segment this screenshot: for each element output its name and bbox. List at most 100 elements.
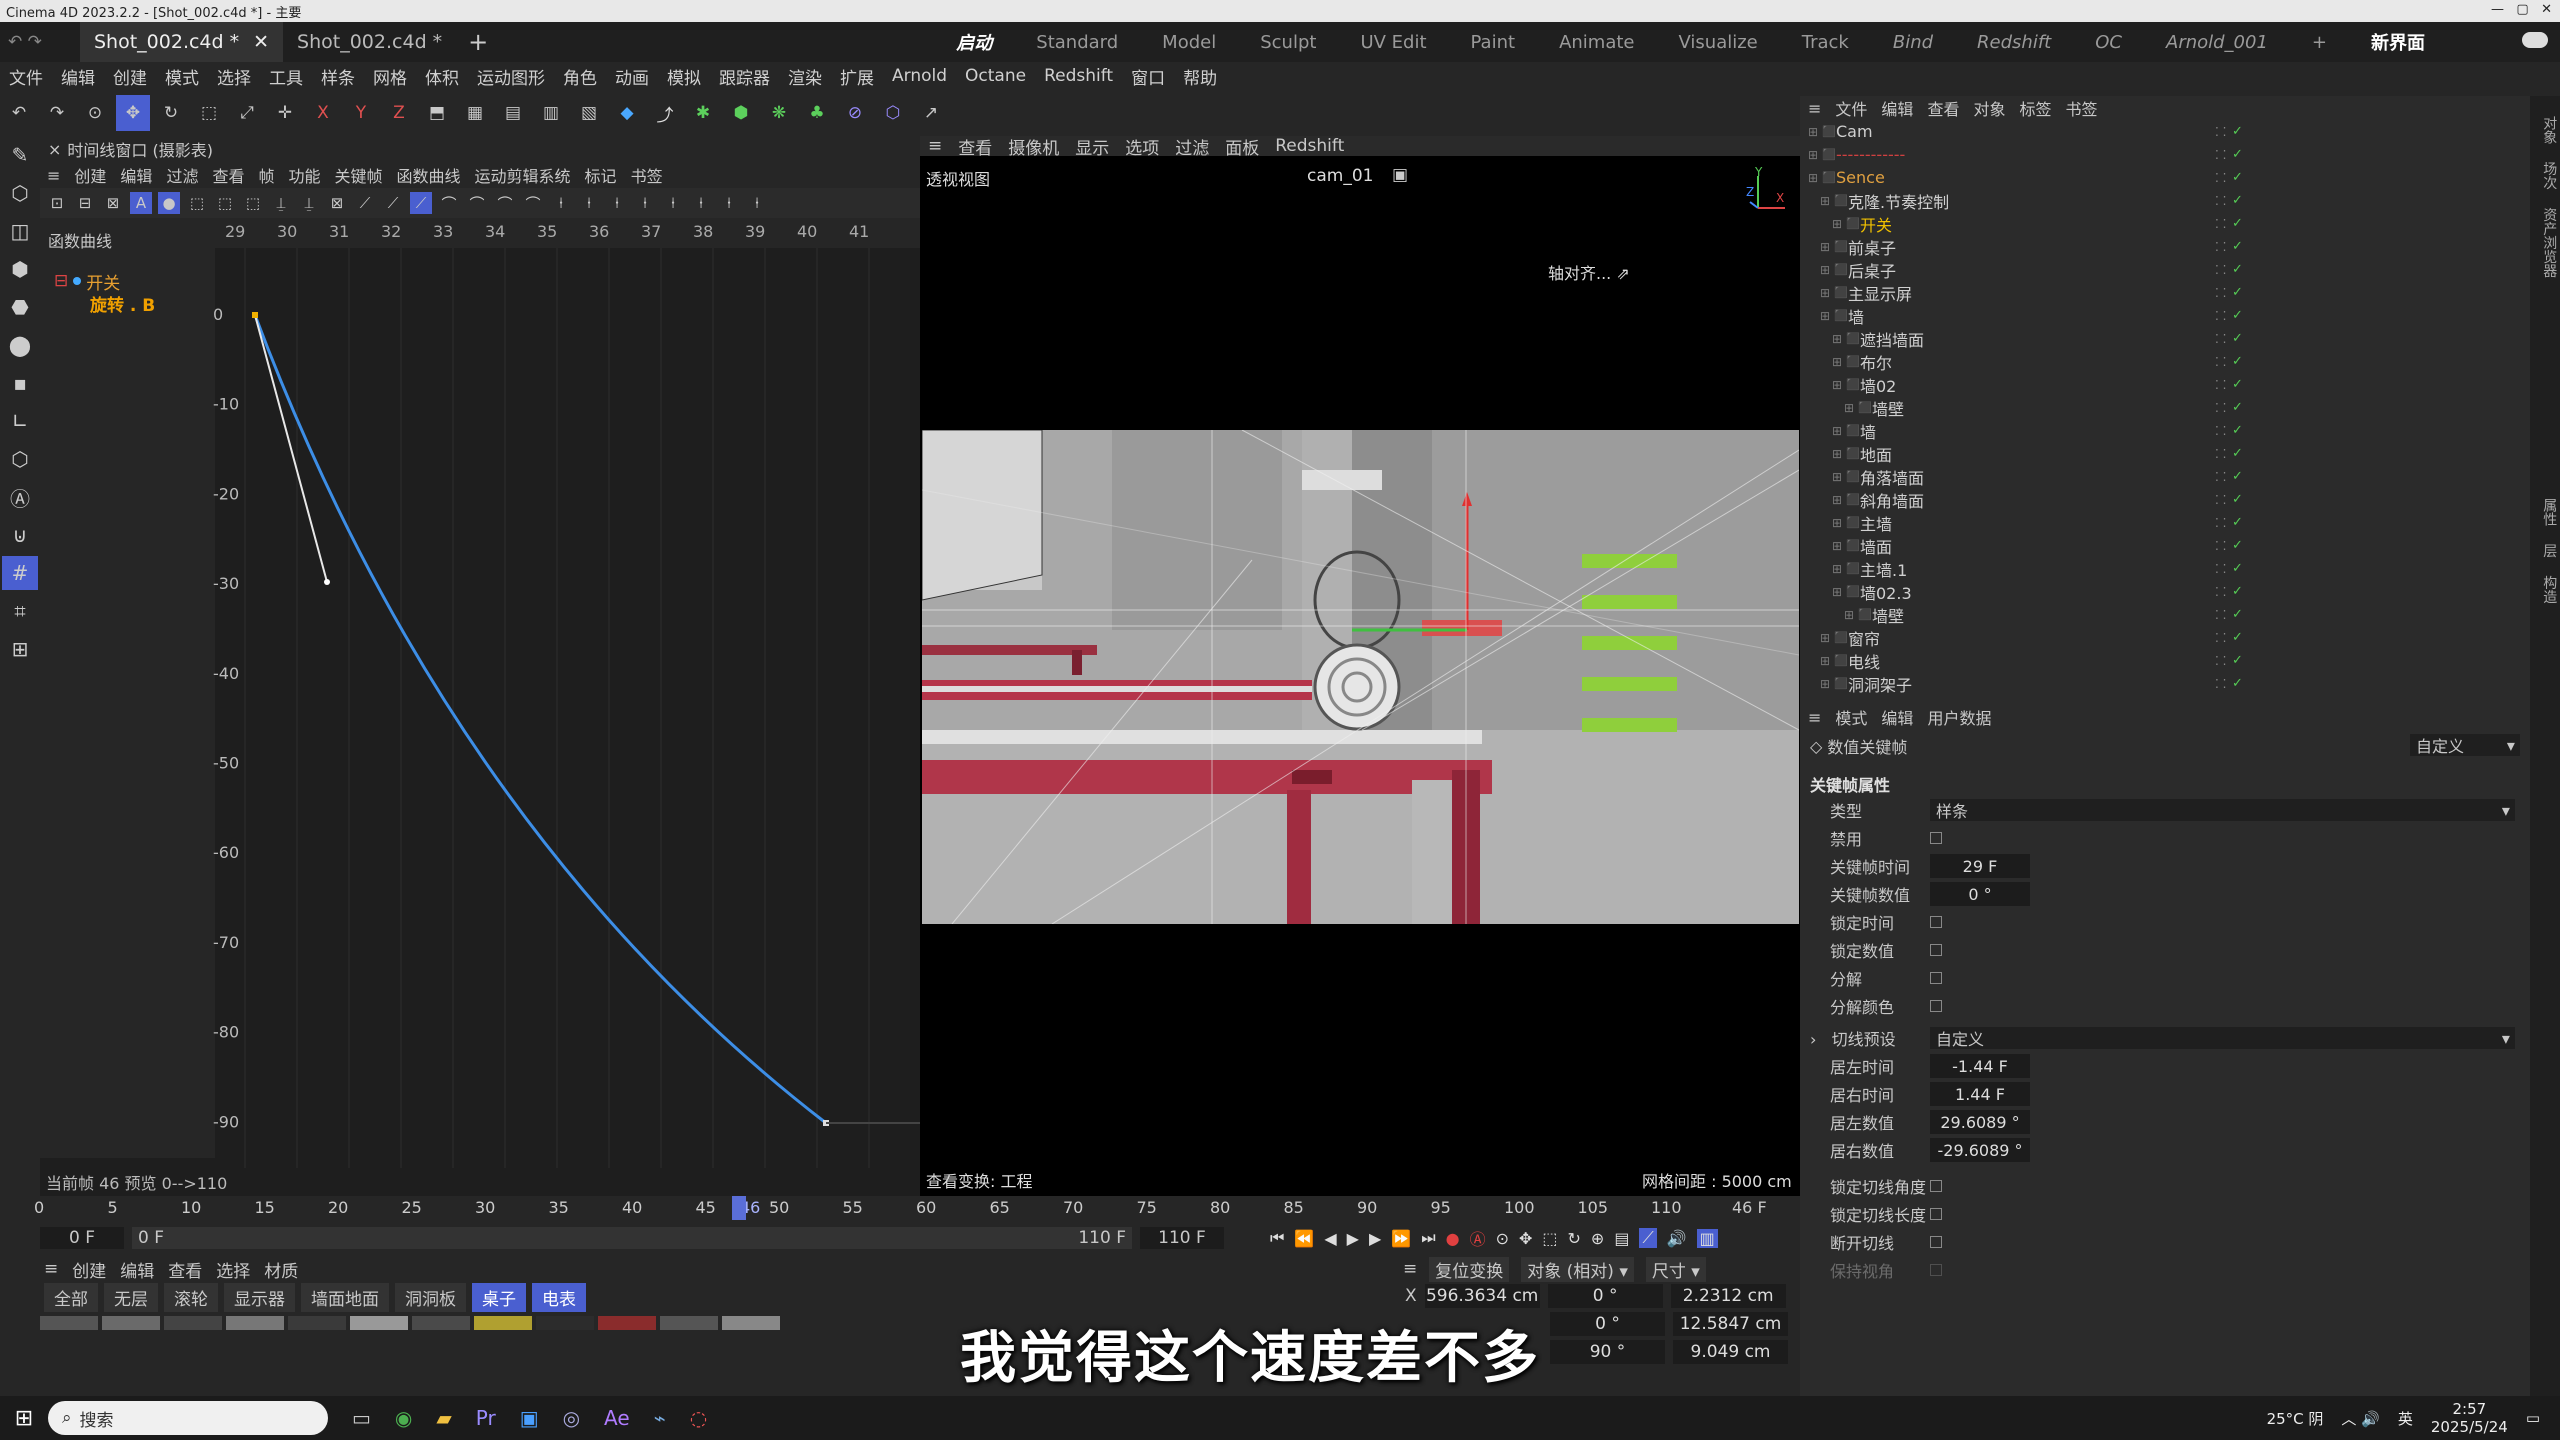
object-row[interactable]: ⊞ ⬛ Sence ⁚ ⁚ ✓ <box>1800 166 2530 189</box>
layout-tab[interactable]: Bind <box>1871 22 1955 62</box>
expand-icon[interactable]: ⊞ <box>1844 401 1858 415</box>
timeline-tool-icon[interactable]: ⬚ <box>242 192 264 214</box>
layout-tab[interactable]: 启动 <box>934 22 1014 62</box>
hamburger-icon[interactable]: ≡ <box>1808 708 1821 727</box>
task-view-icon[interactable]: ▭ <box>352 1406 371 1430</box>
taskbar-search[interactable]: ⌕ 搜索 <box>48 1401 328 1435</box>
break-tangent-checkbox[interactable] <box>1930 1236 1942 1248</box>
timeline-tool-icon[interactable]: A <box>130 192 152 214</box>
field-icon[interactable]: ⬡ <box>876 95 910 131</box>
expand-icon[interactable]: ⊞ <box>1832 355 1846 369</box>
menu-item[interactable]: 扩展 <box>831 64 883 89</box>
material-swatch[interactable] <box>536 1316 594 1330</box>
cube-icon[interactable]: ◆ <box>610 95 644 131</box>
visibility-dots[interactable]: ⁚ ⁚ <box>2215 286 2226 300</box>
expand-icon[interactable]: ⊞ <box>1832 562 1846 576</box>
tool-icon[interactable]: ⬤ <box>2 328 38 362</box>
scale-key-icon[interactable]: ⬚ <box>1542 1229 1557 1248</box>
visibility-dots[interactable]: ⁚ ⁚ <box>2215 217 2226 231</box>
object-menu-item[interactable]: 标签 <box>2019 96 2051 120</box>
layout-tab[interactable]: Track <box>1780 22 1871 62</box>
expand-icon[interactable]: ⊞ <box>1832 493 1846 507</box>
attribute-menu-item[interactable]: 模式 <box>1835 705 1867 729</box>
close-icon[interactable]: ✕ <box>253 31 269 53</box>
reset-transform-button[interactable]: 复位变换 <box>1429 1256 1510 1282</box>
range-slider[interactable]: 0 F 110 F <box>132 1227 1132 1249</box>
redo-icon[interactable]: ↷ <box>40 95 74 131</box>
timeline-tool-icon[interactable]: ⍿ <box>550 192 572 214</box>
visibility-dots[interactable]: ⁚ ⁚ <box>2215 539 2226 553</box>
toggle-switch[interactable] <box>2522 32 2548 48</box>
hamburger-icon[interactable]: ≡ <box>1808 99 1821 118</box>
visibility-dots[interactable]: ⁚ ⁚ <box>2215 470 2226 484</box>
check-icon[interactable]: ✓ <box>2232 377 2243 392</box>
viewport-menu-item[interactable]: 显示 <box>1067 134 1117 159</box>
start-frame-field[interactable]: 0 F <box>40 1227 124 1249</box>
expand-icon[interactable]: ⊞ <box>1808 148 1822 162</box>
menu-item[interactable]: Octane <box>956 66 1035 86</box>
expand-icon[interactable]: ⊞ <box>1820 677 1834 691</box>
record-icon[interactable]: ● <box>1446 1229 1460 1248</box>
key-time-field[interactable]: 29 F <box>1930 854 2030 878</box>
check-icon[interactable]: ✓ <box>2232 193 2243 208</box>
viewport-menu-item[interactable]: 选项 <box>1117 134 1167 159</box>
timeline-menu-item[interactable]: 过滤 <box>159 163 205 187</box>
window-controls[interactable]: — ▢ ✕ <box>2491 2 2552 17</box>
object-row[interactable]: ⊞ ⬛ 墙壁 ⁚ ⁚ ✓ <box>1800 603 2530 626</box>
object-row[interactable]: ⊞ ⬛ 窗帘 ⁚ ⁚ ✓ <box>1800 626 2530 649</box>
cinema4d-icon[interactable]: ◎ <box>563 1406 580 1430</box>
render-queue-icon[interactable]: ▧ <box>572 95 606 131</box>
object-row[interactable]: ⊞ ⬛ 遮挡墙面 ⁚ ⁚ ✓ <box>1800 327 2530 350</box>
material-swatch[interactable] <box>164 1316 222 1330</box>
tool-icon[interactable]: ⬡ <box>2 176 38 210</box>
motion-icon[interactable]: ✥ <box>1519 1229 1532 1248</box>
expand-icon[interactable]: ⊞ <box>1820 309 1834 323</box>
lock-tangent-length-checkbox[interactable] <box>1930 1208 1942 1220</box>
hamburger-icon[interactable]: ≡ <box>1403 1259 1417 1279</box>
end-frame-field[interactable]: 110 F <box>1140 1227 1224 1249</box>
expand-icon[interactable]: ⊟ <box>54 271 68 291</box>
frame-ruler[interactable]: 0 5 10 15 20 25 30 35 40 45 50 55 60 65 70 75 80 85 90 95 10… <box>34 1196 1770 1222</box>
side-tab-labels[interactable]: 对象 场次 资产浏览器 <box>2530 96 2560 298</box>
visibility-dots[interactable]: ⁚ ⁚ <box>2215 355 2226 369</box>
pen-icon[interactable]: ⤴ <box>648 95 682 131</box>
undo-icon[interactable]: ↶ <box>2 95 36 131</box>
object-row[interactable]: ⊞ ⬛ 前桌子 ⁚ ⁚ ✓ <box>1800 235 2530 258</box>
menu-item[interactable]: 帮助 <box>1174 64 1226 89</box>
layout-tab[interactable]: Standard <box>1014 22 1140 62</box>
layout-tab[interactable]: Sculpt <box>1238 22 1338 62</box>
y-axis-icon[interactable]: Y <box>344 95 378 131</box>
visibility-dots[interactable]: ⁚ ⁚ <box>2215 424 2226 438</box>
material-filter-button[interactable]: 桌子 <box>472 1282 526 1312</box>
check-icon[interactable]: ✓ <box>2232 147 2243 162</box>
z-rotation-field[interactable]: 90 ° <box>1550 1340 1665 1364</box>
check-icon[interactable]: ✓ <box>2232 308 2243 323</box>
scene-render[interactable] <box>922 430 1799 924</box>
object-row[interactable]: ⊞ ⬛ Cam ⁚ ⁚ ✓ <box>1800 120 2530 143</box>
material-swatch[interactable] <box>474 1316 532 1330</box>
object-row[interactable]: ⊞ ⬛ 主墙 ⁚ ⁚ ✓ <box>1800 511 2530 534</box>
visibility-dots[interactable]: ⁚ ⁚ <box>2215 309 2226 323</box>
check-icon[interactable]: ✓ <box>2232 262 2243 277</box>
expand-icon[interactable]: ⊞ <box>1832 217 1846 231</box>
material-filter-button[interactable]: 无层 <box>104 1282 158 1312</box>
windows-start-icon[interactable]: ⊞ <box>0 1406 48 1431</box>
menu-item[interactable]: 跟踪器 <box>710 64 779 89</box>
object-row[interactable]: ⊞ ⬛ ------------ ⁚ ⁚ ✓ <box>1800 143 2530 166</box>
timeline-tool-icon[interactable]: ⊡ <box>46 192 68 214</box>
timeline-tool-icon[interactable]: ⍿ <box>718 192 740 214</box>
axis-align-button[interactable]: 轴对齐... ⇗ <box>1548 260 1630 284</box>
expand-icon[interactable]: ⊞ <box>1832 424 1846 438</box>
track-row[interactable]: ⊟ 开关 <box>40 270 215 294</box>
material-filter-button[interactable]: 滚轮 <box>164 1282 218 1312</box>
expand-icon[interactable]: ⊞ <box>1820 194 1834 208</box>
arrow-icon[interactable]: ↗ <box>914 95 948 131</box>
material-swatch[interactable] <box>350 1316 408 1330</box>
z-axis-icon[interactable]: Z <box>382 95 416 131</box>
timeline-menu-item[interactable]: 函数曲线 <box>390 163 468 187</box>
expand-icon[interactable]: ⊞ <box>1808 171 1822 185</box>
material-menu-item[interactable]: 创建 <box>72 1257 106 1282</box>
playhead[interactable] <box>732 1196 746 1220</box>
next-frame-icon[interactable]: ▶ <box>1369 1229 1381 1248</box>
check-icon[interactable]: ✓ <box>2232 285 2243 300</box>
